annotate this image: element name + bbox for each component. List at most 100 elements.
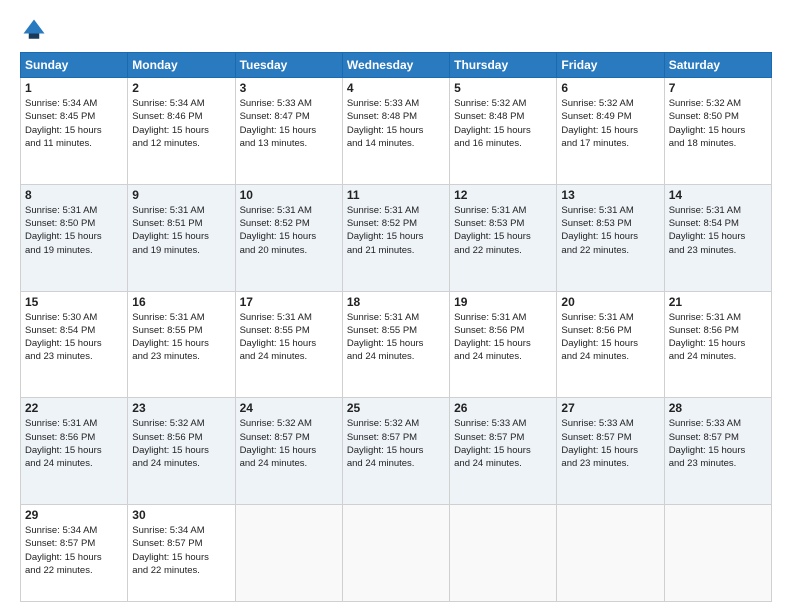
day-info-line: Daylight: 15 hours: [240, 337, 338, 350]
day-info-line: and 14 minutes.: [347, 137, 445, 150]
col-header-wednesday: Wednesday: [342, 53, 449, 78]
day-info-line: and 23 minutes.: [132, 350, 230, 363]
calendar-cell: 12Sunrise: 5:31 AMSunset: 8:53 PMDayligh…: [450, 184, 557, 291]
calendar-cell: 1Sunrise: 5:34 AMSunset: 8:45 PMDaylight…: [21, 78, 128, 185]
day-info-line: Daylight: 15 hours: [669, 124, 767, 137]
calendar-cell: 10Sunrise: 5:31 AMSunset: 8:52 PMDayligh…: [235, 184, 342, 291]
day-info-line: Daylight: 15 hours: [347, 337, 445, 350]
day-info-line: Sunrise: 5:31 AM: [669, 311, 767, 324]
day-info-line: Daylight: 15 hours: [669, 444, 767, 457]
day-number: 9: [132, 188, 230, 202]
day-info-line: Daylight: 15 hours: [454, 230, 552, 243]
day-number: 2: [132, 81, 230, 95]
day-number: 6: [561, 81, 659, 95]
day-info-line: Sunset: 8:48 PM: [454, 110, 552, 123]
day-info-line: Sunset: 8:54 PM: [669, 217, 767, 230]
day-info-line: Sunrise: 5:32 AM: [669, 97, 767, 110]
page: SundayMondayTuesdayWednesdayThursdayFrid…: [0, 0, 792, 612]
day-info-line: Daylight: 15 hours: [240, 444, 338, 457]
day-info-line: Sunset: 8:52 PM: [347, 217, 445, 230]
calendar-body: 1Sunrise: 5:34 AMSunset: 8:45 PMDaylight…: [21, 78, 772, 602]
calendar-cell: 15Sunrise: 5:30 AMSunset: 8:54 PMDayligh…: [21, 291, 128, 398]
day-info-line: and 23 minutes.: [25, 350, 123, 363]
calendar-cell: [664, 505, 771, 602]
day-info-line: Sunset: 8:56 PM: [669, 324, 767, 337]
day-info-line: and 17 minutes.: [561, 137, 659, 150]
day-number: 29: [25, 508, 123, 522]
day-info-line: and 12 minutes.: [132, 137, 230, 150]
day-info-line: Daylight: 15 hours: [561, 337, 659, 350]
col-header-monday: Monday: [128, 53, 235, 78]
calendar-cell: 8Sunrise: 5:31 AMSunset: 8:50 PMDaylight…: [21, 184, 128, 291]
day-number: 8: [25, 188, 123, 202]
day-info-line: and 24 minutes.: [132, 457, 230, 470]
calendar-cell: 29Sunrise: 5:34 AMSunset: 8:57 PMDayligh…: [21, 505, 128, 602]
calendar-cell: 9Sunrise: 5:31 AMSunset: 8:51 PMDaylight…: [128, 184, 235, 291]
day-info-line: Sunrise: 5:32 AM: [132, 417, 230, 430]
day-info-line: Sunset: 8:57 PM: [25, 537, 123, 550]
calendar-cell: 7Sunrise: 5:32 AMSunset: 8:50 PMDaylight…: [664, 78, 771, 185]
calendar-cell: 23Sunrise: 5:32 AMSunset: 8:56 PMDayligh…: [128, 398, 235, 505]
day-info-line: Sunset: 8:55 PM: [347, 324, 445, 337]
calendar-cell: 24Sunrise: 5:32 AMSunset: 8:57 PMDayligh…: [235, 398, 342, 505]
calendar-cell: 11 Sunrise: 5:31 AMSunset: 8:52 PMDayligh…: [342, 184, 449, 291]
calendar-cell: 13Sunrise: 5:31 AMSunset: 8:53 PMDayligh…: [557, 184, 664, 291]
day-info-line: Sunrise: 5:31 AM: [347, 204, 445, 217]
day-info-line: Daylight: 15 hours: [669, 337, 767, 350]
day-info-line: Sunset: 8:56 PM: [132, 431, 230, 444]
day-number: 11: [347, 188, 445, 202]
day-info-line: Sunset: 8:46 PM: [132, 110, 230, 123]
day-info-line: Daylight: 15 hours: [132, 337, 230, 350]
day-info-line: Daylight: 15 hours: [240, 230, 338, 243]
calendar-cell: 17 Sunrise: 5:31 AMSunset: 8:55 PMDayligh…: [235, 291, 342, 398]
day-info-line: Sunrise: 5:33 AM: [347, 97, 445, 110]
day-number: 20: [561, 295, 659, 309]
day-info-line: Sunset: 8:57 PM: [347, 431, 445, 444]
day-number: 23: [132, 401, 230, 415]
calendar-header-row: SundayMondayTuesdayWednesdayThursdayFrid…: [21, 53, 772, 78]
day-info-line: Daylight: 15 hours: [25, 124, 123, 137]
day-number: 26: [454, 401, 552, 415]
day-info-line: Daylight: 15 hours: [132, 551, 230, 564]
day-info-line: Sunrise: 5:31 AM: [347, 311, 445, 324]
day-info-line: and 16 minutes.: [454, 137, 552, 150]
day-number: 3: [240, 81, 338, 95]
day-info-line: Sunset: 8:49 PM: [561, 110, 659, 123]
calendar-cell: 28Sunrise: 5:33 AMSunset: 8:57 PMDayligh…: [664, 398, 771, 505]
day-info-line: Sunset: 8:53 PM: [561, 217, 659, 230]
day-info-line: Sunrise: 5:34 AM: [25, 524, 123, 537]
day-info-line: Sunset: 8:57 PM: [454, 431, 552, 444]
calendar: SundayMondayTuesdayWednesdayThursdayFrid…: [20, 52, 772, 602]
day-info-line: and 24 minutes.: [347, 350, 445, 363]
calendar-cell: 4Sunrise: 5:33 AMSunset: 8:48 PMDaylight…: [342, 78, 449, 185]
calendar-cell: 3Sunrise: 5:33 AMSunset: 8:47 PMDaylight…: [235, 78, 342, 185]
day-info-line: Sunrise: 5:31 AM: [454, 204, 552, 217]
day-info-line: Sunrise: 5:31 AM: [240, 311, 338, 324]
day-info-line: and 23 minutes.: [669, 244, 767, 257]
day-info-line: and 18 minutes.: [669, 137, 767, 150]
calendar-cell: 2Sunrise: 5:34 AMSunset: 8:46 PMDaylight…: [128, 78, 235, 185]
day-info-line: Sunset: 8:50 PM: [669, 110, 767, 123]
day-info-line: Sunset: 8:55 PM: [240, 324, 338, 337]
day-number: 1: [25, 81, 123, 95]
day-info-line: Sunrise: 5:33 AM: [669, 417, 767, 430]
calendar-cell: 22Sunrise: 5:31 AMSunset: 8:56 PMDayligh…: [21, 398, 128, 505]
day-info-line: Sunset: 8:57 PM: [669, 431, 767, 444]
day-number: 17: [240, 295, 338, 309]
day-info-line: Sunrise: 5:34 AM: [25, 97, 123, 110]
day-number: 13: [561, 188, 659, 202]
calendar-cell: 5Sunrise: 5:32 AMSunset: 8:48 PMDaylight…: [450, 78, 557, 185]
day-info-line: Sunrise: 5:34 AM: [132, 524, 230, 537]
day-info-line: Sunset: 8:56 PM: [454, 324, 552, 337]
day-info-line: Daylight: 15 hours: [347, 444, 445, 457]
day-info-line: Sunset: 8:57 PM: [240, 431, 338, 444]
day-number: 10: [240, 188, 338, 202]
calendar-cell: 16Sunrise: 5:31 AMSunset: 8:55 PMDayligh…: [128, 291, 235, 398]
calendar-cell: 20Sunrise: 5:31 AMSunset: 8:56 PMDayligh…: [557, 291, 664, 398]
day-info-line: and 21 minutes.: [347, 244, 445, 257]
day-info-line: Sunrise: 5:31 AM: [240, 204, 338, 217]
day-info-line: Sunrise: 5:31 AM: [25, 204, 123, 217]
day-info-line: Daylight: 15 hours: [347, 230, 445, 243]
col-header-saturday: Saturday: [664, 53, 771, 78]
day-info-line: Sunrise: 5:31 AM: [561, 311, 659, 324]
